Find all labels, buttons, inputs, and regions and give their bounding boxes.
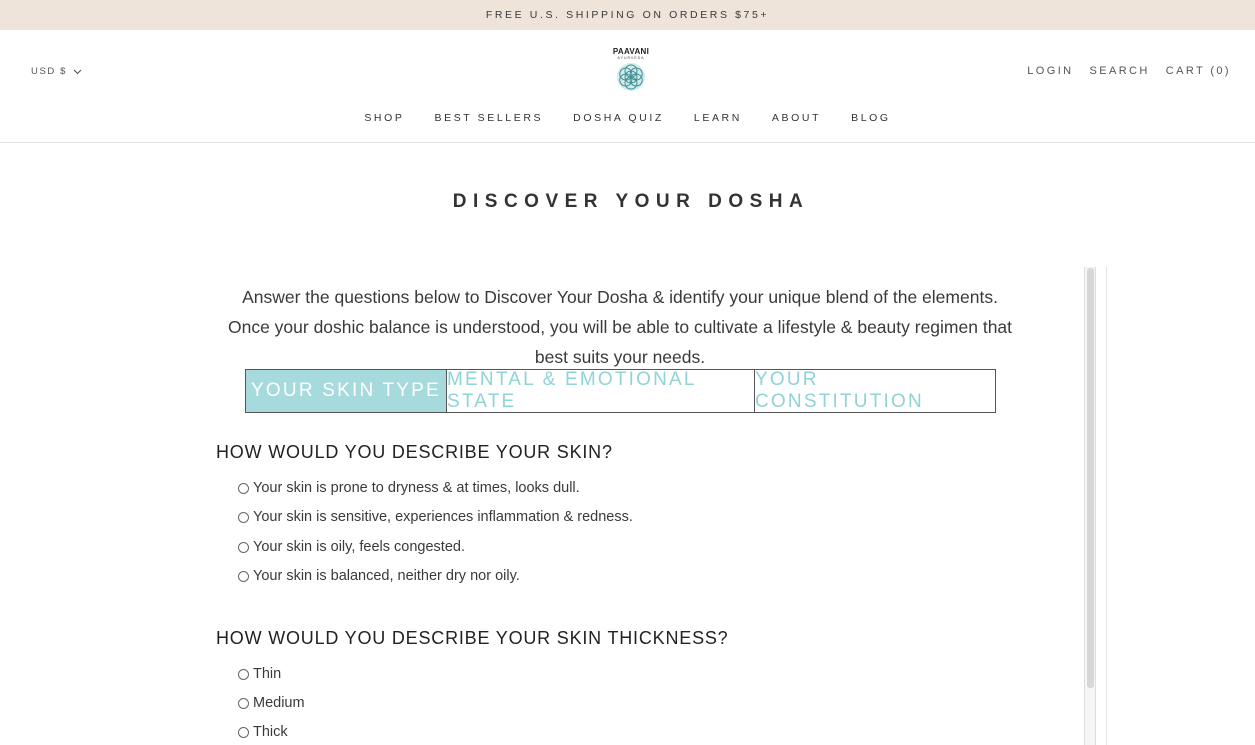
answer-label: Your skin is oily, feels congested. <box>253 539 465 555</box>
announcement-bar: FREE U.S. SHIPPING ON ORDERS $75+ <box>0 0 1255 30</box>
radio-button[interactable] <box>238 541 249 553</box>
chevron-down-icon <box>73 69 82 74</box>
nav-item-about[interactable]: ABOUT <box>772 112 821 124</box>
nav-item-dosha-quiz[interactable]: DOSHA QUIZ <box>573 112 664 124</box>
page-title: DISCOVER YOUR DOSHA <box>452 191 810 212</box>
radio-button[interactable] <box>238 511 249 523</box>
answer-option[interactable]: Your skin is oily, feels congested. <box>238 539 465 555</box>
answer-label: Your skin is sensitive, experiences infl… <box>253 509 633 525</box>
answer-option[interactable]: Your skin is sensitive, experiences infl… <box>238 509 633 525</box>
announcement-text: FREE U.S. SHIPPING ON ORDERS $75+ <box>485 9 770 21</box>
nav-item-learn[interactable]: LEARN <box>694 112 742 124</box>
scrollbar-thumb[interactable] <box>1087 268 1094 688</box>
radio-button[interactable] <box>238 482 249 494</box>
currency-label: USD $ <box>31 66 67 77</box>
radio-button[interactable] <box>238 697 249 709</box>
nav-item-shop[interactable]: SHOP <box>364 112 404 124</box>
login-link[interactable]: LOGIN <box>1027 65 1073 77</box>
nav-item-blog[interactable]: BLOG <box>851 112 891 124</box>
question-title-skin: HOW WOULD YOU DESCRIBE YOUR SKIN? <box>216 442 613 462</box>
quiz-frame-edge <box>1106 267 1107 745</box>
radio-button[interactable] <box>238 668 249 680</box>
site-header: USD $ PAAVANI AYURVEDA LOGIN SEARCH CART… <box>0 30 1255 143</box>
question-title-thickness: HOW WOULD YOU DESCRIBE YOUR SKIN THICKNE… <box>216 628 729 648</box>
tab-skin-type[interactable]: YOUR SKIN TYPE <box>246 370 446 412</box>
header-links: LOGIN SEARCH CART (0) <box>1027 65 1231 77</box>
answer-label: Your skin is balanced, neither dry nor o… <box>253 568 520 584</box>
answer-label: Thin <box>253 666 282 682</box>
answer-option[interactable]: Thick <box>238 724 288 740</box>
tab-constitution[interactable]: YOUR CONSTITUTION <box>754 369 995 412</box>
main-nav: SHOP BEST SELLERS DOSHA QUIZ LEARN ABOUT… <box>0 112 1255 124</box>
cart-link[interactable]: CART (0) <box>1166 65 1231 77</box>
nav-item-best-sellers[interactable]: BEST SELLERS <box>435 112 544 124</box>
flower-of-life-icon <box>617 63 645 91</box>
quiz-tabs: YOUR SKIN TYPE MENTAL & EMOTIONAL STATE … <box>245 369 996 413</box>
radio-button[interactable] <box>238 726 249 738</box>
tab-mental-emotional-state[interactable]: MENTAL & EMOTIONAL STATE <box>446 369 754 412</box>
answer-option[interactable]: Thin <box>238 666 281 682</box>
answer-label: Medium <box>253 695 305 711</box>
logo[interactable]: PAAVANI AYURVEDA <box>605 48 657 94</box>
answer-label: Your skin is prone to dryness & at times… <box>253 480 580 496</box>
answer-option[interactable]: Medium <box>238 695 305 711</box>
currency-selector[interactable]: USD $ <box>31 66 82 77</box>
answer-option[interactable]: Your skin is balanced, neither dry nor o… <box>238 568 520 584</box>
logo-tagline: AYURVEDA <box>617 56 645 60</box>
radio-button[interactable] <box>238 570 249 582</box>
logo-wordmark: PAAVANI <box>612 47 650 56</box>
quiz-scrollbar[interactable] <box>1084 267 1096 745</box>
quiz-intro: Answer the questions below to Discover Y… <box>227 287 1013 367</box>
search-link[interactable]: SEARCH <box>1090 65 1150 77</box>
answer-label: Thick <box>253 724 288 740</box>
answer-option[interactable]: Your skin is prone to dryness & at times… <box>238 480 580 496</box>
